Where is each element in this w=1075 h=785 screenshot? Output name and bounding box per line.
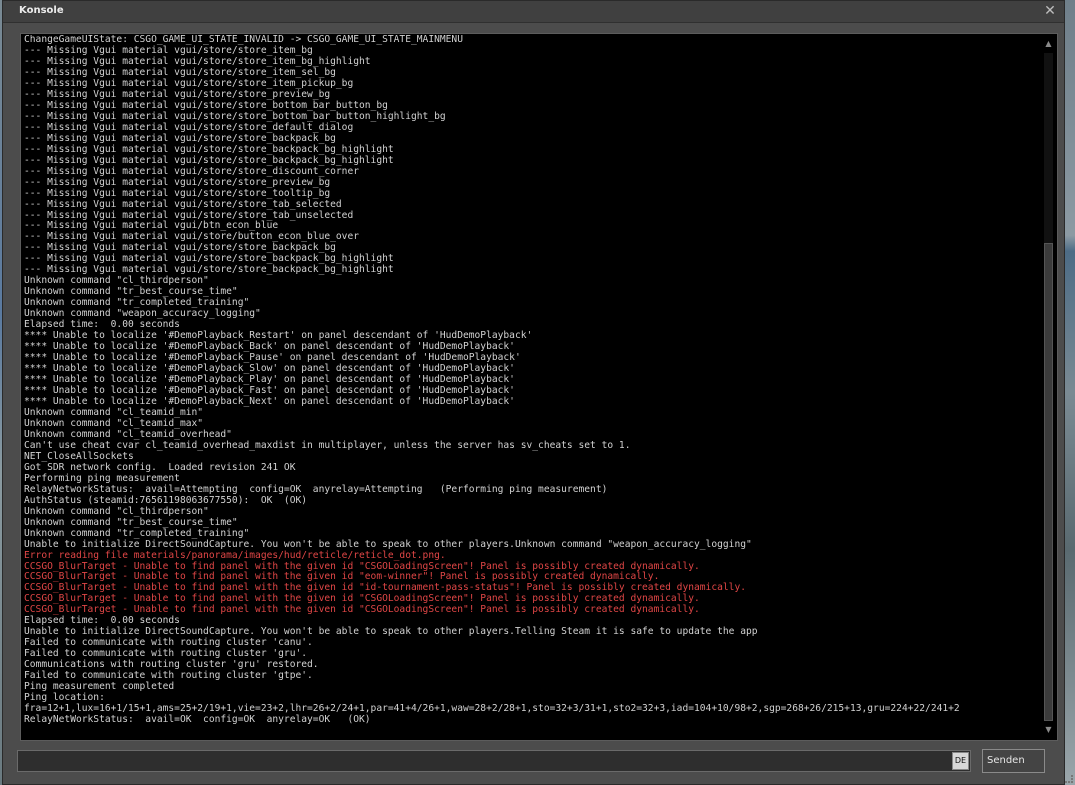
console-output-panel: ChangeGameUIState: CSGO_GAME_UI_STATE_IN… <box>20 33 1058 741</box>
log-line: Unknown command "tr_best_course_time" <box>24 516 238 528</box>
log-line: --- Missing Vgui material vgui/store/sto… <box>24 165 360 177</box>
log-line: Unable to initialize DirectSoundCapture.… <box>24 538 752 550</box>
scroll-thumb[interactable] <box>1044 243 1053 721</box>
desktop-background-right <box>1065 0 1075 785</box>
scroll-track[interactable] <box>1044 53 1053 721</box>
log-line: Failed to communicate with routing clust… <box>24 670 313 682</box>
command-input-box[interactable]: DE <box>17 750 971 772</box>
log-line: AuthStatus (steamid:76561198063677550): … <box>24 494 308 506</box>
console-log: ChangeGameUIState: CSGO_GAME_UI_STATE_IN… <box>24 35 1039 738</box>
console-window: Konsole ✕ ChangeGameUIState: CSGO_GAME_U… <box>2 0 1065 785</box>
log-line: --- Missing Vgui material vgui/store/sto… <box>24 154 394 166</box>
log-line: Can't use cheat cvar cl_teamid_overhead_… <box>24 439 631 451</box>
command-input[interactable] <box>20 753 954 771</box>
window-title: Konsole <box>19 5 64 16</box>
log-line: --- Missing Vgui material vgui/store/sto… <box>24 198 342 210</box>
log-line: Unknown command "tr_completed_training" <box>24 527 250 539</box>
log-line: Ping measurement completed <box>24 681 175 693</box>
title-bar[interactable]: Konsole ✕ <box>3 1 1064 23</box>
log-line: RelayNetWorkStatus: avail=OK config=OK a… <box>24 714 371 726</box>
scroll-up-arrow-icon[interactable]: ▲ <box>1041 37 1056 51</box>
close-icon[interactable]: ✕ <box>1042 2 1058 20</box>
log-line: Unknown command "cl_thirdperson" <box>24 505 209 517</box>
log-line: --- Missing Vgui material vgui/store/sto… <box>24 143 394 155</box>
input-language-indicator: DE <box>952 752 969 770</box>
log-line: --- Missing Vgui material vgui/store/sto… <box>24 187 331 199</box>
log-line-error: Error reading file materials/panorama/im… <box>24 549 446 561</box>
resize-grip[interactable] <box>1065 775 1073 783</box>
send-button[interactable]: Senden <box>982 749 1045 773</box>
vertical-scrollbar[interactable]: ▲ ▼ <box>1041 35 1056 739</box>
log-line: --- Missing Vgui material vgui/store/sto… <box>24 176 331 188</box>
scroll-down-arrow-icon[interactable]: ▼ <box>1041 723 1056 737</box>
